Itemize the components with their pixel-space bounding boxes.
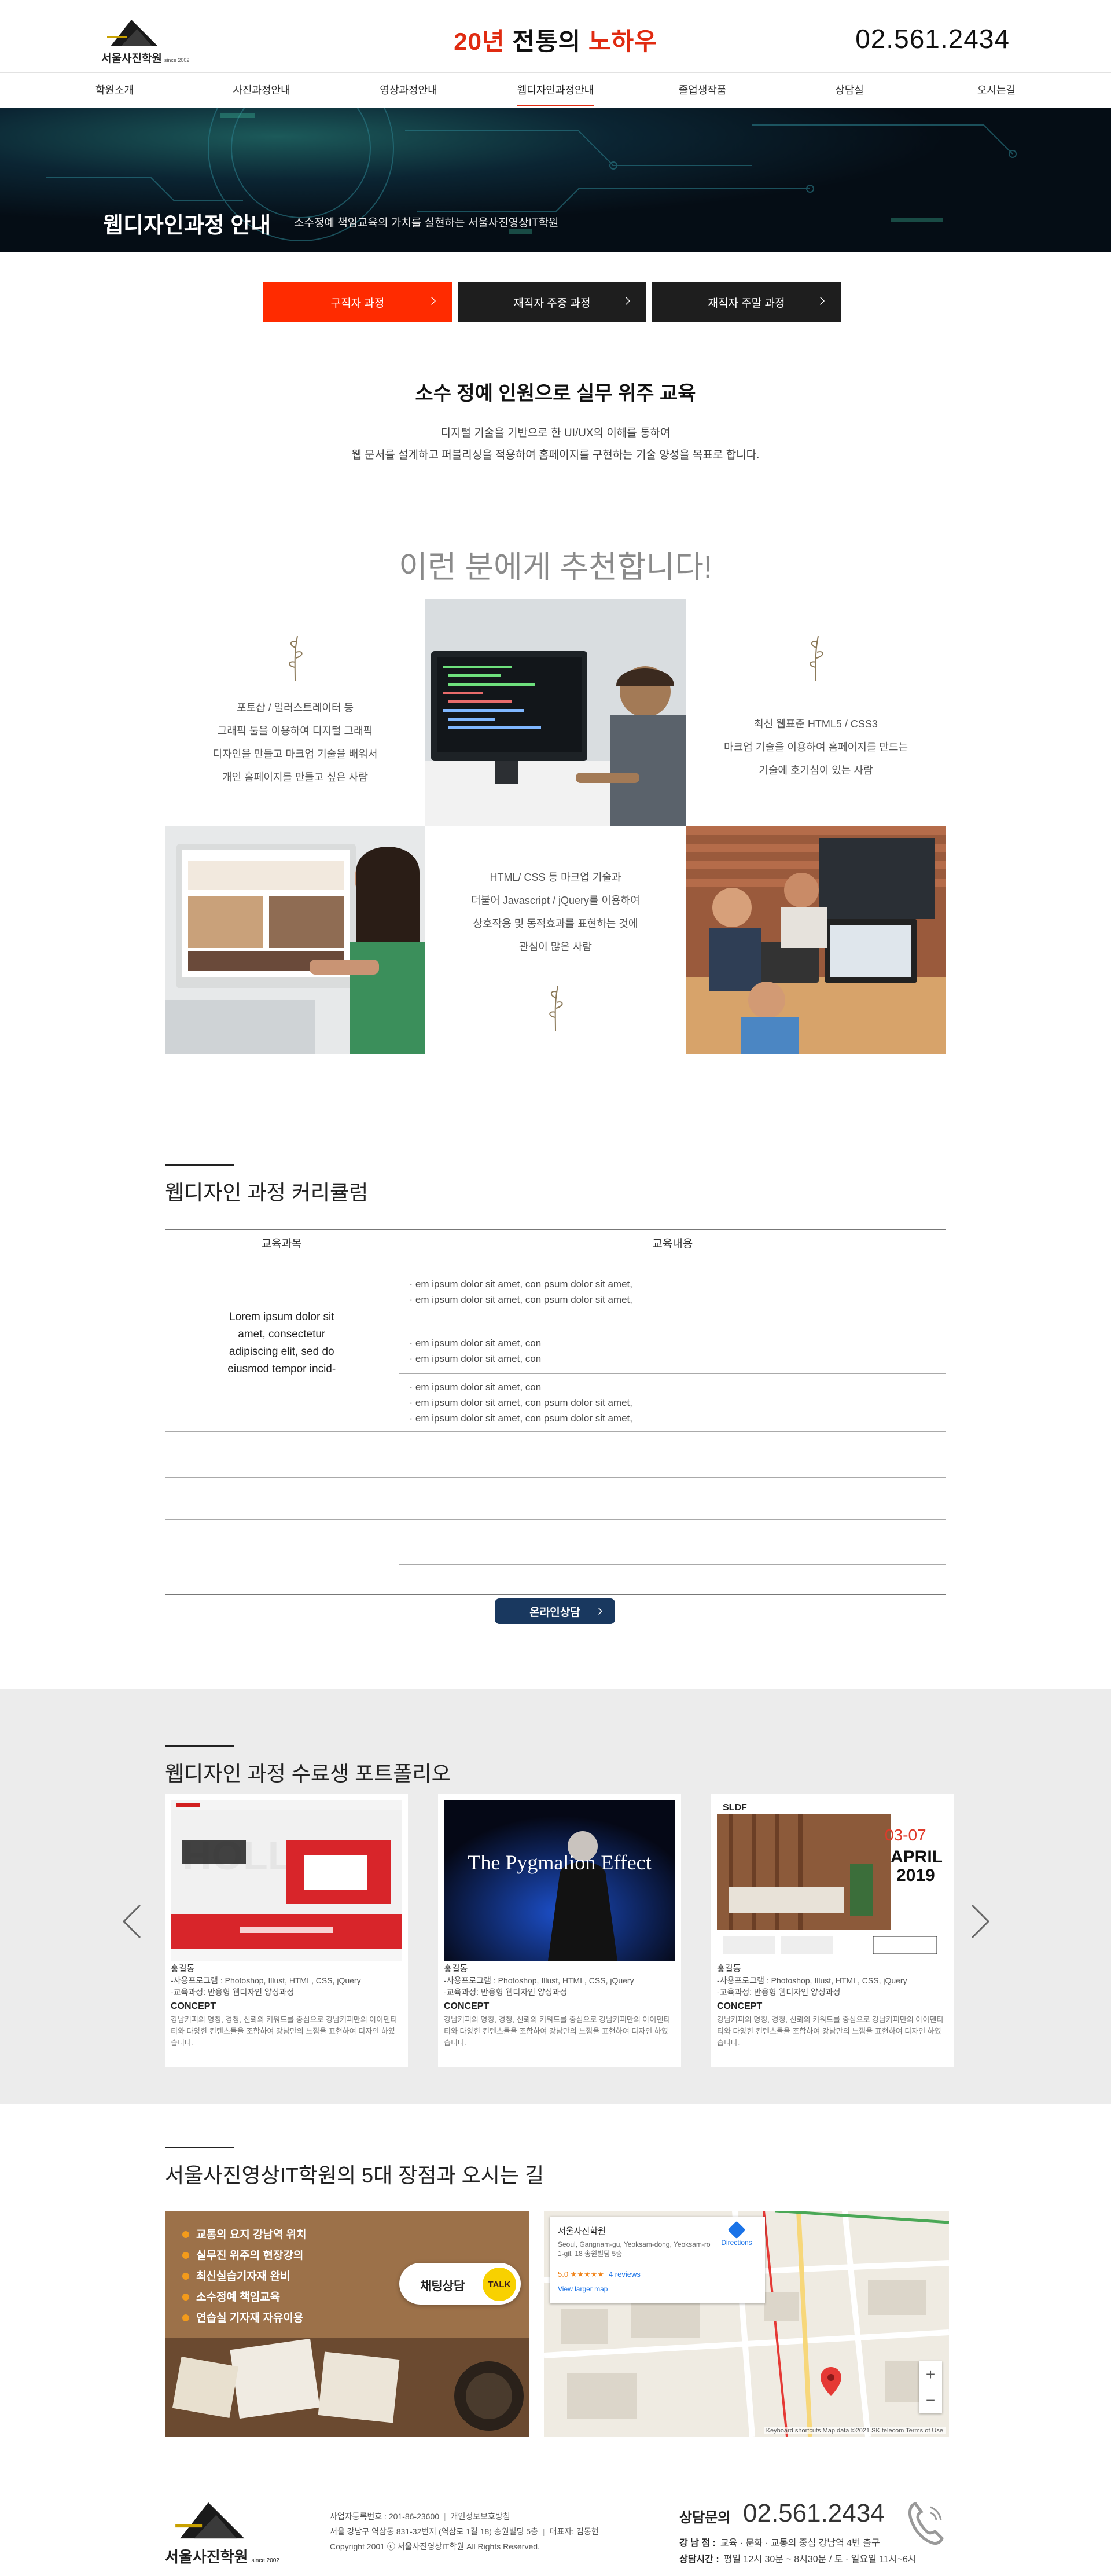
location-heading: 서울사진영상IT학원의 5대 장점과 오시는 길 xyxy=(165,2147,544,2189)
portfolio-card[interactable]: The Pygmalion Effect 홍길동 -사용프로그램 : Photo… xyxy=(438,1794,681,2067)
nav-item-photo[interactable]: 사진과정안내 xyxy=(188,79,335,108)
privacy-link[interactable]: 개인정보보호방침 xyxy=(451,2512,510,2521)
footer-phone[interactable]: 02.561.2434 xyxy=(743,2499,885,2528)
portfolio-thumbnail: The Pygmalion Effect xyxy=(444,1800,675,1961)
leaf-icon xyxy=(549,986,563,1032)
content-cell: · em ipsum dolor sit amet, con psum dolo… xyxy=(399,1255,946,1328)
advantages-panel: 교통의 요지 강남역 위치 실무진 위주의 현장강의 최신실습기자재 완비 소수… xyxy=(165,2211,529,2437)
view-larger-map-link[interactable]: View larger map xyxy=(558,2285,608,2293)
phone-icon xyxy=(908,2502,944,2545)
chevron-right-icon xyxy=(622,297,630,305)
online-consult-button[interactable]: 온라인상담 xyxy=(495,1598,615,1624)
nav-item-directions[interactable]: 오시는길 xyxy=(923,79,1070,108)
svg-text:The Pygmalion Effect: The Pygmalion Effect xyxy=(468,1851,651,1874)
content-cell: · em ipsum dolor sit amet, con · em ipsu… xyxy=(399,1328,946,1374)
advantages-list: 교통의 요지 강남역 위치 실무진 위주의 현장강의 최신실습기자재 완비 소수… xyxy=(182,2225,307,2329)
nav-item-webdesign[interactable]: 웹디자인과정안내 xyxy=(482,79,629,108)
course-tabs: 구직자 과정 재직자 주중 과정 재직자 주말 과정 xyxy=(263,282,841,322)
recommend-box-3: HTML/ CSS 등 마크업 기술과 더불어 Javascript / jQu… xyxy=(425,826,686,1054)
tab-weekday[interactable]: 재직자 주중 과정 xyxy=(458,282,646,322)
banner-title: 웹디자인과정 안내 xyxy=(103,214,271,238)
recommend-title: 이런 분에게 추천합니다! xyxy=(399,550,712,585)
svg-text:APRIL: APRIL xyxy=(891,1847,943,1866)
google-map[interactable]: 서울사진학원 Seoul, Gangnam-gu, Yeoksam-dong, … xyxy=(544,2211,949,2437)
tab-job-seeker[interactable]: 구직자 과정 xyxy=(263,282,452,322)
zoom-in-icon[interactable]: + xyxy=(919,2361,942,2387)
recommend-grid: 포토샵 / 일러스트레이터 등 그래픽 툴을 이용하여 디지털 그래픽 디자인을… xyxy=(165,599,946,1054)
footer-logo[interactable]: 서울사진학원 since 2002 xyxy=(165,2500,279,2566)
header-phone[interactable]: 02.561.2434 xyxy=(855,23,1010,54)
curriculum-heading: 웹디자인 과정 커리큘럼 xyxy=(165,1164,368,1206)
nav-item-video[interactable]: 영상과정안내 xyxy=(335,79,482,108)
subject-cell: Lorem ipsum dolor sit amet, consectetur … xyxy=(165,1255,399,1432)
leaf-icon xyxy=(289,635,303,682)
directions-icon xyxy=(727,2221,746,2239)
portfolio-thumbnail: SLDF 03-07 APRIL 2019 xyxy=(717,1800,948,1961)
portfolio-card[interactable]: SLDF 03-07 APRIL 2019 홍길동 -사용프로그램 : Phot… xyxy=(711,1794,954,2067)
reviews-link[interactable]: 4 reviews xyxy=(609,2270,641,2279)
site-header: 서울사진학원 since 2002 20년 전통의 노하우 02.561.2434 xyxy=(0,0,1111,73)
chevron-right-icon xyxy=(595,1608,602,1615)
svg-text:SLDF: SLDF xyxy=(723,1803,747,1813)
list-item: 최신실습기자재 완비 xyxy=(182,2266,307,2287)
portfolio-heading: 웹디자인 과정 수료생 포트폴리오 xyxy=(165,1745,451,1787)
leaf-icon xyxy=(810,635,823,682)
portfolio-thumbnail: HOLLYS xyxy=(171,1800,402,1961)
photo-developer-coding xyxy=(425,599,686,826)
kakao-talk-icon: TALK xyxy=(483,2268,516,2301)
column-header-content: 교육내용 xyxy=(399,1229,946,1255)
photo-team-meeting xyxy=(686,826,946,1054)
column-header-subject: 교육과목 xyxy=(165,1229,399,1255)
table-row xyxy=(165,1431,946,1478)
logo-mark-icon xyxy=(175,2502,245,2539)
svg-text:03-07: 03-07 xyxy=(885,1826,926,1844)
svg-text:2019: 2019 xyxy=(896,1866,935,1885)
table-row xyxy=(165,1477,946,1520)
zoom-out-icon[interactable]: − xyxy=(919,2387,942,2413)
table-row xyxy=(165,1519,946,1595)
portfolio-card[interactable]: HOLLYS 홍길동 -사용프로그램 : Photoshop, Illust, … xyxy=(165,1794,408,2067)
banner-subtitle: 소수정예 책임교육의 가치를 실현하는 서울사진영상IT학원 xyxy=(294,217,559,229)
nav-item-about[interactable]: 학원소개 xyxy=(41,79,188,108)
intro-title: 소수 정예 인원으로 실무 위주 교육 xyxy=(415,383,696,405)
chevron-left-icon[interactable] xyxy=(122,1904,142,1939)
list-item: 소수정예 책임교육 xyxy=(182,2287,307,2308)
photo-designer-monitor xyxy=(165,826,425,1054)
nav-item-graduate-works[interactable]: 졸업생작품 xyxy=(629,79,776,108)
content-cell: · em ipsum dolor sit amet, con · em ipsu… xyxy=(399,1373,946,1432)
nav-item-consult[interactable]: 상담실 xyxy=(776,79,923,108)
footer-company-info: 사업자등록번호 : 201-86-23600 | 개인정보보호방침 서울 강남구 역… xyxy=(330,2512,599,2551)
curriculum-table: 교육과목 교육내용 Lorem ipsum dolor sit amet, co… xyxy=(165,1229,946,1595)
chevron-right-icon[interactable] xyxy=(970,1904,991,1939)
map-attribution: Keyboard shortcuts Map data ©2021 SK tel… xyxy=(763,2427,946,2434)
table-row: Lorem ipsum dolor sit amet, consectetur … xyxy=(165,1255,946,1432)
directions-button[interactable]: Directions xyxy=(716,2221,757,2247)
main-nav: 학원소개 사진과정안내 영상과정안내 웹디자인과정안내 졸업생작품 상담실 오시… xyxy=(0,79,1111,108)
page-banner: 웹디자인과정 안내 소수정예 책임교육의 가치를 실현하는 서울사진영상IT학원 xyxy=(0,108,1111,252)
intro-description: 디지털 기술을 기반으로 한 UI/UX의 이해를 통하여 웹 문서를 설계하고… xyxy=(351,427,760,461)
recommend-box-2: 최신 웹표준 HTML5 / CSS3 마크업 기술을 이용하여 홈페이지를 만… xyxy=(686,599,946,826)
map-zoom-control[interactable]: + − xyxy=(919,2361,942,2413)
chat-consult-button[interactable]: 채팅상담 TALK xyxy=(399,2263,521,2305)
list-item: 실무진 위주의 현장강의 xyxy=(182,2246,307,2266)
chevron-right-icon xyxy=(816,297,825,305)
recommend-box-1: 포토샵 / 일러스트레이터 등 그래픽 툴을 이용하여 디지털 그래픽 디자인을… xyxy=(165,599,425,826)
tab-weekend[interactable]: 재직자 주말 과정 xyxy=(652,282,841,322)
list-item: 교통의 요지 강남역 위치 xyxy=(182,2225,307,2246)
list-item: 연습실 기자재 자유이용 xyxy=(182,2308,307,2329)
map-info-card: 서울사진학원 Seoul, Gangnam-gu, Yeoksam-dong, … xyxy=(550,2217,765,2303)
chevron-right-icon xyxy=(428,297,436,305)
